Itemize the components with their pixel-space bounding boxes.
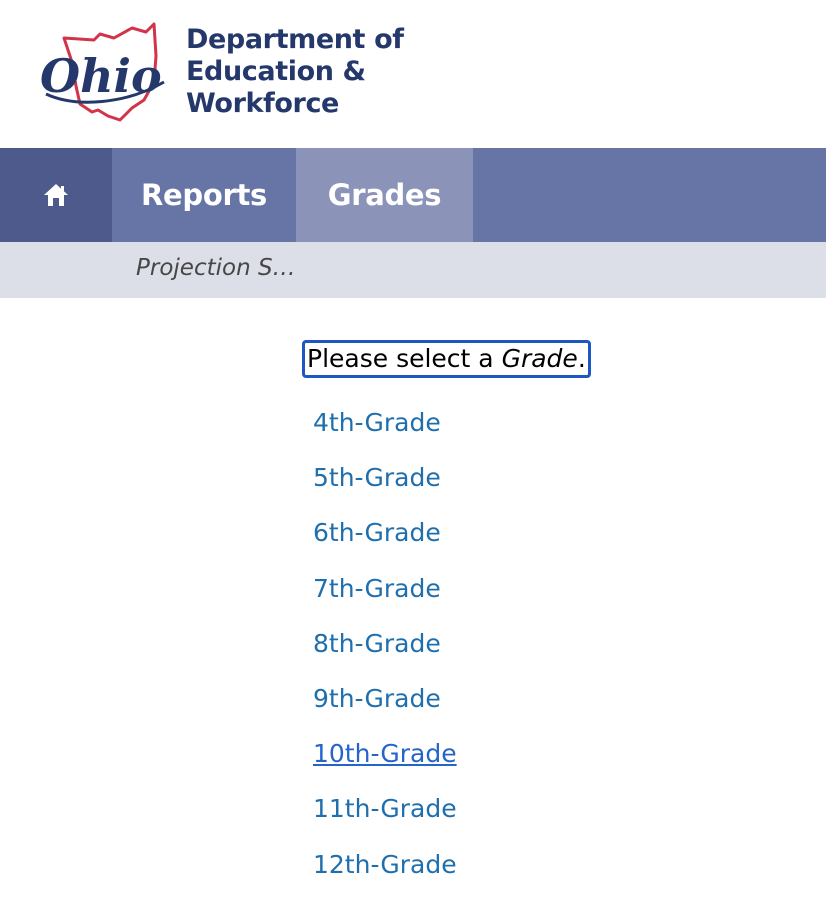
logo-wordmark: Ohio — [40, 49, 162, 103]
grade-link-4th[interactable]: 4th-Grade — [313, 400, 457, 455]
grade-link-7th[interactable]: 7th-Grade — [313, 566, 457, 621]
grade-list: 4th-Grade 5th-Grade 6th-Grade 7th-Grade … — [313, 400, 457, 897]
prompt-emphasis: Grade — [501, 344, 578, 373]
grade-link-11th[interactable]: 11th-Grade — [313, 786, 457, 841]
breadcrumb: Projection S… — [0, 242, 826, 298]
grade-link-10th[interactable]: 10th-Grade — [313, 731, 457, 786]
grade-link-5th[interactable]: 5th-Grade — [313, 455, 457, 510]
grade-link-12th[interactable]: 12th-Grade — [313, 842, 457, 897]
ohio-logo[interactable]: Ohio — [36, 16, 176, 126]
grade-select-prompt[interactable]: Please select a Grade. — [302, 340, 591, 378]
prompt-prefix: Please select a — [307, 344, 502, 373]
home-icon — [44, 184, 68, 206]
org-name-line-1: Department of — [186, 24, 404, 55]
prompt-suffix: . — [577, 344, 586, 373]
grade-link-9th[interactable]: 9th-Grade — [313, 676, 457, 731]
org-name-line-3: Workforce — [186, 88, 339, 119]
breadcrumb-current[interactable]: Projection S… — [136, 255, 296, 281]
nav-home-button[interactable] — [0, 148, 112, 242]
main-nav: Reports Grades — [0, 148, 826, 242]
tab-reports[interactable]: Reports — [112, 148, 296, 242]
tab-grades[interactable]: Grades — [296, 148, 473, 242]
grade-link-8th[interactable]: 8th-Grade — [313, 621, 457, 676]
grade-link-6th[interactable]: 6th-Grade — [313, 510, 457, 565]
site-header: Ohio Department of Education & Workforce — [0, 0, 826, 148]
org-name-line-2: Education & — [186, 56, 366, 87]
org-name: Department of Education & Workforce — [186, 24, 404, 120]
